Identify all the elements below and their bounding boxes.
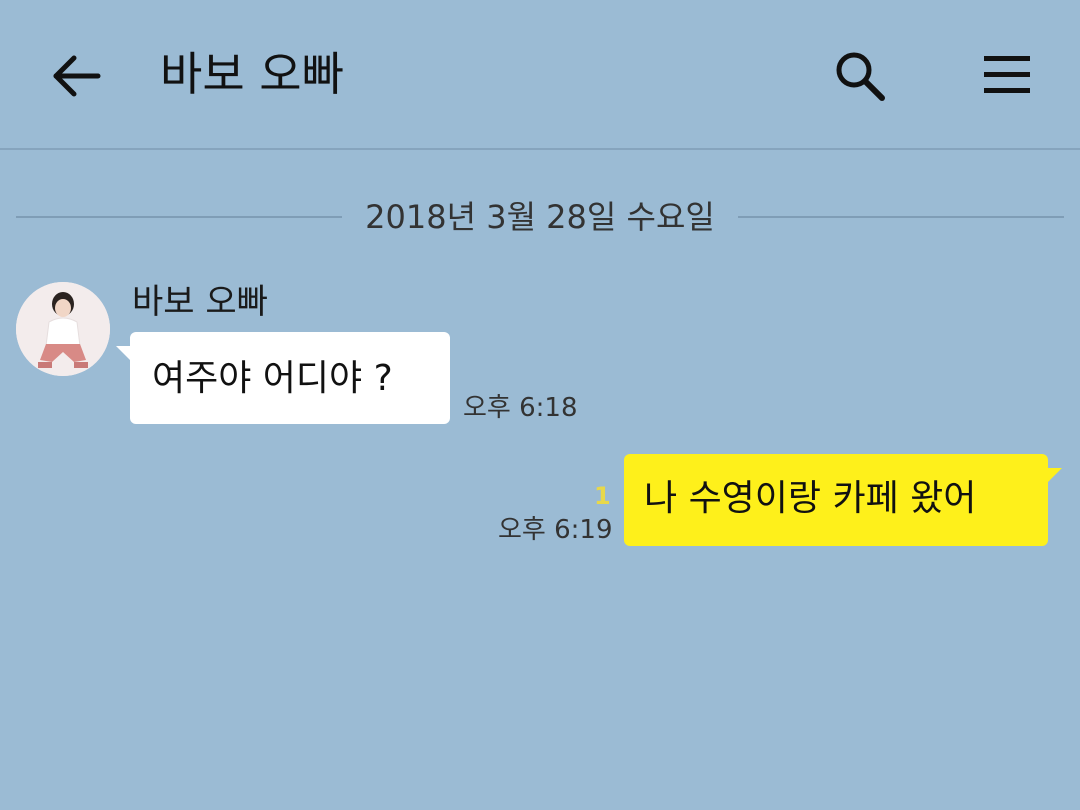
date-label: 2018년 3월 28일 수요일	[365, 198, 715, 236]
message-timestamp: 오후 6:18	[463, 393, 578, 423]
incoming-message-bubble[interactable]: 여주야 어디야 ?	[116, 332, 450, 424]
message-timestamp: 오후 6:19	[498, 515, 613, 545]
menu-button[interactable]	[978, 48, 1036, 102]
message-text: 여주야 어디야 ?	[152, 358, 393, 399]
arrow-left-icon	[53, 55, 101, 97]
divider-line	[738, 216, 1064, 218]
sender-name: 바보 오빠	[132, 282, 268, 322]
message-text: 나 수영이랑 카페 왔어	[644, 478, 977, 519]
sender-avatar[interactable]	[16, 282, 110, 376]
search-icon	[836, 52, 885, 101]
outgoing-message-bubble[interactable]: 나 수영이랑 카페 왔어	[624, 454, 1062, 546]
search-button[interactable]	[830, 46, 890, 106]
chat-title: 바보 오빠	[160, 47, 344, 101]
chat-header: 바보 오빠	[0, 0, 1080, 150]
unread-count: 1	[594, 482, 611, 510]
profile-photo	[16, 282, 110, 376]
date-divider: 2018년 3월 28일 수요일	[16, 194, 1064, 240]
divider-line	[16, 216, 342, 218]
back-button[interactable]	[48, 48, 104, 104]
hamburger-menu-icon	[984, 56, 1030, 93]
